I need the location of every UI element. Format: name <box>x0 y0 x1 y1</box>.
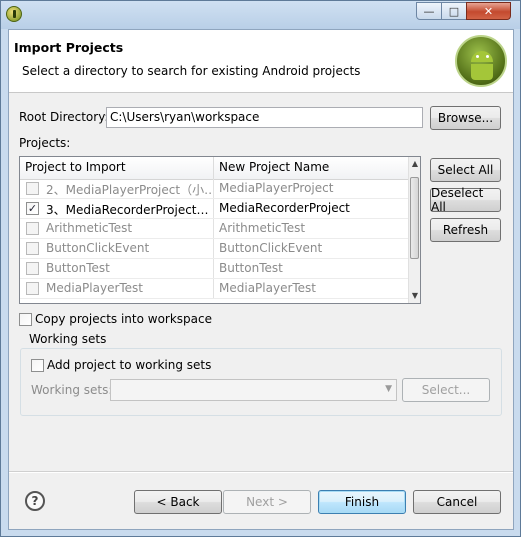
next-button[interactable]: Next > <box>223 490 311 514</box>
row-checkbox[interactable] <box>26 282 39 295</box>
minimize-button[interactable]: — <box>416 2 442 20</box>
new-name-cell[interactable]: MediaPlayerProject <box>219 181 407 195</box>
column-header-new-name[interactable]: New Project Name <box>219 160 329 174</box>
root-directory-input[interactable]: C:\Users\ryan\workspace <box>106 107 423 128</box>
row-checkbox[interactable]: ✓ <box>26 202 39 215</box>
select-all-button[interactable]: Select All <box>430 158 501 182</box>
table-vertical-scrollbar[interactable]: ▲ ▼ <box>408 157 420 303</box>
new-name-cell[interactable]: MediaRecorderProject <box>219 201 407 215</box>
working-sets-field-label: Working sets: <box>31 383 113 397</box>
deselect-all-button[interactable]: Deselect All <box>430 186 501 214</box>
cancel-button[interactable]: Cancel <box>413 490 501 514</box>
help-icon[interactable]: ? <box>25 491 45 511</box>
back-button[interactable]: < Back <box>134 490 222 514</box>
working-sets-group-title: Working sets <box>27 332 109 346</box>
row-checkbox[interactable] <box>26 242 39 255</box>
table-row[interactable]: ✓ 3、MediaRecorderProject… MediaRecorderP… <box>20 199 408 219</box>
row-checkbox[interactable] <box>26 262 39 275</box>
projects-table[interactable]: Project to Import New Project Name 2、Med… <box>19 156 421 304</box>
page-title: Import Projects <box>14 40 124 55</box>
maximize-button[interactable]: □ <box>441 2 467 20</box>
android-logo-icon <box>455 35 507 87</box>
scrollbar-thumb[interactable] <box>410 177 419 259</box>
table-row[interactable]: MediaPlayerTest MediaPlayerTest <box>20 279 408 299</box>
row-checkbox[interactable] <box>26 222 39 235</box>
scroll-up-arrow-icon[interactable]: ▲ <box>409 159 420 168</box>
table-row[interactable]: 2、MediaPlayerProject（小… MediaPlayerProje… <box>20 179 408 199</box>
footer-separator <box>9 471 513 473</box>
import-projects-window: — □ ✕ Import Projects Select a directory… <box>0 0 521 537</box>
projects-label: Projects: <box>19 136 71 150</box>
scroll-down-arrow-icon[interactable]: ▼ <box>409 291 420 300</box>
wizard-header: Import Projects Select a directory to se… <box>9 30 513 93</box>
browse-button[interactable]: Browse... <box>430 106 501 130</box>
project-cell: MediaPlayerTest <box>46 281 144 295</box>
add-to-working-sets-checkbox[interactable] <box>31 359 44 372</box>
new-name-cell[interactable]: ButtonClickEvent <box>219 241 407 255</box>
table-row[interactable]: ButtonTest ButtonTest <box>20 259 408 279</box>
chevron-down-icon: ▼ <box>385 384 392 394</box>
table-row[interactable]: ArithmeticTest ArithmeticTest <box>20 219 408 239</box>
close-button[interactable]: ✕ <box>466 2 511 20</box>
row-checkbox[interactable] <box>26 182 39 195</box>
copy-projects-label[interactable]: Copy projects into workspace <box>35 312 212 326</box>
title-bar[interactable]: — □ ✕ <box>1 1 520 29</box>
project-cell: 3、MediaRecorderProject… <box>46 203 209 217</box>
page-description: Select a directory to search for existin… <box>22 64 361 78</box>
new-name-cell[interactable]: MediaPlayerTest <box>219 281 407 295</box>
eclipse-app-icon <box>6 6 22 22</box>
project-cell: ArithmeticTest <box>46 221 133 235</box>
table-header: Project to Import New Project Name <box>20 157 408 180</box>
finish-button[interactable]: Finish <box>318 490 406 514</box>
column-header-project[interactable]: Project to Import <box>25 160 126 174</box>
new-name-cell[interactable]: ArithmeticTest <box>219 221 407 235</box>
refresh-button[interactable]: Refresh <box>430 218 501 242</box>
working-sets-select-button[interactable]: Select... <box>402 378 490 402</box>
dialog-client-area: Import Projects Select a directory to se… <box>8 29 514 530</box>
root-directory-label: Root Directory: <box>19 110 109 124</box>
copy-projects-checkbox[interactable] <box>19 313 32 326</box>
working-sets-combo[interactable]: ▼ <box>110 379 397 401</box>
project-cell: ButtonTest <box>46 261 110 275</box>
project-cell: ButtonClickEvent <box>46 241 150 255</box>
add-to-working-sets-label[interactable]: Add project to working sets <box>47 358 211 372</box>
table-row[interactable]: ButtonClickEvent ButtonClickEvent <box>20 239 408 259</box>
project-cell: 2、MediaPlayerProject（小… <box>46 183 211 197</box>
new-name-cell[interactable]: ButtonTest <box>219 261 407 275</box>
